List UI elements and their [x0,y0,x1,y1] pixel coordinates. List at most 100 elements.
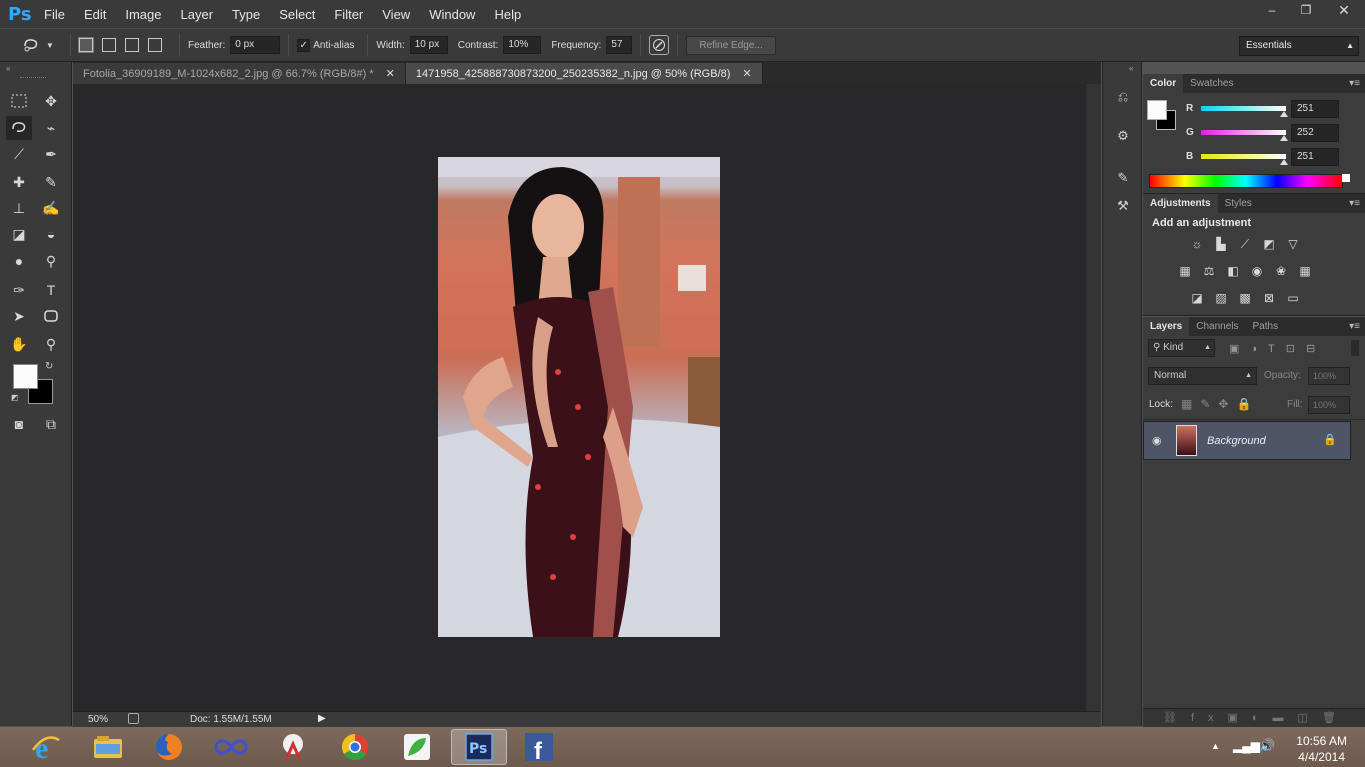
menu-image[interactable]: Image [125,7,161,22]
eraser-tool-icon[interactable]: ◪ [6,222,32,246]
blue-channel-slider[interactable] [1201,154,1286,159]
threshold-icon[interactable]: ▩ [1236,290,1254,306]
channel-mixer-icon[interactable]: ❀ [1272,263,1290,279]
photoshop-taskbar-button[interactable]: Ps [451,729,507,765]
menu-view[interactable]: View [382,7,410,22]
eyedropper-tool-icon[interactable]: ✒ [38,142,64,166]
close-tab-icon[interactable]: ✕ [742,67,751,80]
network-signal-icon[interactable]: ▂▄▆ [1233,739,1260,753]
brush-presets-icon[interactable]: ✎ [1113,170,1133,190]
menu-window[interactable]: Window [429,7,475,22]
tab-swatches[interactable]: Swatches [1183,74,1240,93]
menu-edit[interactable]: Edit [84,7,106,22]
panel-menu-icon[interactable]: ▾≡ [1349,194,1365,213]
slider-handle-icon[interactable] [1280,111,1288,117]
document-tab-1[interactable]: Fotolia_36909189_M-1024x682_2.jpg @ 66.7… [73,63,406,84]
menu-help[interactable]: Help [494,7,521,22]
firefox-taskbar-button[interactable] [141,729,197,765]
add-to-selection-icon[interactable] [102,38,116,52]
restore-button[interactable]: ❐ [1289,0,1323,20]
foreground-color-swatch[interactable] [13,364,38,389]
default-colors-icon[interactable]: ◩ [11,393,19,402]
menu-select[interactable]: Select [279,7,315,22]
menu-layer[interactable]: Layer [181,7,214,22]
status-menu-arrow-icon[interactable]: ▶ [318,713,326,724]
frequency-input[interactable]: 57 [606,36,633,54]
clone-stamp-tool-icon[interactable]: ⊥ [6,196,32,220]
pen-tool-icon[interactable]: ✑ [6,278,32,302]
selective-color-icon[interactable]: ⊠ [1260,290,1278,306]
brightness-contrast-icon[interactable]: ☼ [1188,236,1206,252]
tab-channels[interactable]: Channels [1189,317,1245,336]
snipping-tool-taskbar-button[interactable] [265,729,321,765]
layer-row-background[interactable]: ◉ Background 🔒 [1143,421,1351,460]
lasso-tool-icon[interactable] [6,116,32,140]
panel-menu-icon[interactable]: ▾≡ [1349,74,1365,93]
color-balance-icon[interactable]: ⚖ [1200,263,1218,279]
red-channel-slider[interactable] [1201,106,1286,111]
contrast-input[interactable]: 10% [503,36,542,54]
blue-channel-input[interactable]: 251 [1291,148,1339,166]
filter-toggle[interactable] [1351,340,1359,356]
blur-tool-icon[interactable]: ● [6,249,32,273]
path-selection-tool-icon[interactable]: ➤ [6,304,32,328]
document-canvas[interactable] [73,84,1086,711]
feather-input[interactable]: 0 px [230,36,281,54]
rectangle-tool-icon[interactable] [38,304,64,328]
panel-menu-icon[interactable]: ▾≡ [1349,317,1365,336]
collapse-arrows-icon[interactable]: « [1129,64,1133,73]
exposure-icon[interactable]: ◩ [1260,236,1278,252]
blend-mode-dropdown[interactable]: Normal ▲ [1148,367,1257,385]
tool-presets-icon[interactable]: ⚒ [1113,198,1133,218]
close-button[interactable]: ✕ [1323,0,1365,20]
quick-mask-icon[interactable]: ◙ [6,412,32,436]
black-white-icon[interactable]: ◧ [1224,263,1242,279]
tab-layers[interactable]: Layers [1143,317,1190,336]
visibility-eye-icon[interactable]: ◉ [1152,434,1162,447]
new-selection-icon[interactable] [78,37,94,53]
swap-colors-icon[interactable]: ↻ [45,361,53,372]
color-spectrum-ramp[interactable] [1149,174,1343,188]
vertical-scrollbar[interactable] [1086,84,1101,711]
quick-selection-tool-icon[interactable]: ⌁ [38,116,64,140]
curves-icon[interactable]: ⟋ [1236,236,1254,252]
hand-tool-icon[interactable]: ✋ [6,332,32,356]
tab-styles[interactable]: Styles [1218,194,1259,213]
slider-handle-icon[interactable] [1280,159,1288,165]
chrome-taskbar-button[interactable] [327,729,383,765]
tab-paths[interactable]: Paths [1246,317,1286,336]
fill-input[interactable]: 100% [1308,396,1350,414]
paint-bucket-tool-icon[interactable]: ◒ [38,222,64,246]
facebook-taskbar-button[interactable]: f [511,729,567,765]
layer-name[interactable]: Background [1207,435,1266,447]
menu-type[interactable]: Type [232,7,260,22]
posterize-icon[interactable]: ▨ [1212,290,1230,306]
layers-footer-icons[interactable]: ⛓fx▣◐▬◫🗑 [1143,708,1365,727]
screen-mode-icon[interactable]: ⧉ [38,412,64,436]
file-explorer-taskbar-button[interactable] [80,729,136,765]
infinity-app-taskbar-button[interactable] [203,729,259,765]
zoom-tool-icon[interactable]: ⚲ [38,332,64,356]
history-brush-tool-icon[interactable]: ✍ [38,196,64,220]
invert-icon[interactable]: ◪ [1188,290,1206,306]
lock-options-icons[interactable]: ▦✎✥🔒 [1181,397,1259,411]
tab-color[interactable]: Color [1143,74,1184,93]
close-tab-icon[interactable]: ✕ [386,67,395,80]
subtract-selection-icon[interactable] [125,38,139,52]
show-hidden-icons-icon[interactable]: ▲ [1211,741,1220,751]
healing-brush-tool-icon[interactable]: ✚ [6,170,32,194]
brush-tool-icon[interactable]: ✎ [38,170,64,194]
leaf-app-taskbar-button[interactable] [389,729,445,765]
green-channel-slider[interactable] [1201,130,1286,135]
red-channel-input[interactable]: 251 [1291,100,1339,118]
color-lookup-icon[interactable]: ▦ [1296,263,1314,279]
internet-explorer-taskbar-button[interactable]: e [18,729,74,765]
width-input[interactable]: 10 px [409,36,448,54]
zoom-level[interactable]: 50% [88,714,108,725]
gradient-map-icon[interactable]: ▭ [1284,290,1302,306]
photo-filter-icon[interactable]: ◉ [1248,263,1266,279]
ramp-white-swatch[interactable] [1342,174,1350,182]
menu-file[interactable]: File [44,7,65,22]
tab-adjustments[interactable]: Adjustments [1143,194,1218,213]
properties-panel-icon[interactable]: ⚙ [1113,128,1133,148]
